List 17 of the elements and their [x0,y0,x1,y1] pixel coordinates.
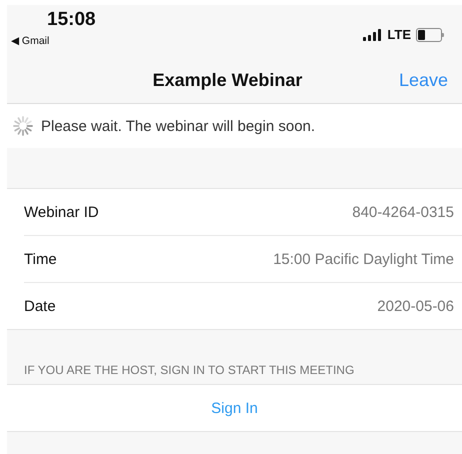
leave-button[interactable]: Leave [398,70,448,91]
status-message: Please wait. The webinar will begin soon. [41,118,316,134]
screen-title: Example Webinar [152,70,302,91]
detail-label: Webinar ID [24,204,99,220]
detail-value: 2020-05-06 [377,298,454,314]
network-label: LTE [387,27,411,42]
detail-label: Time [24,250,57,268]
battery-icon [416,28,442,42]
detail-label: Date [24,298,56,314]
back-link[interactable]: ◀ Gmail [11,34,96,47]
signal-icon [363,28,382,40]
clock-time: 15:08 [47,9,96,31]
sign-in-button[interactable]: Sign In [211,400,258,416]
detail-value: 840-4264-0315 [352,204,454,220]
detail-value: 15:00 Pacific Daylight Time [273,250,454,268]
section-header: IF YOU ARE THE HOST, SIGN IN TO START THIS MEETING [24,363,354,377]
loading-spinner-icon [13,116,33,136]
